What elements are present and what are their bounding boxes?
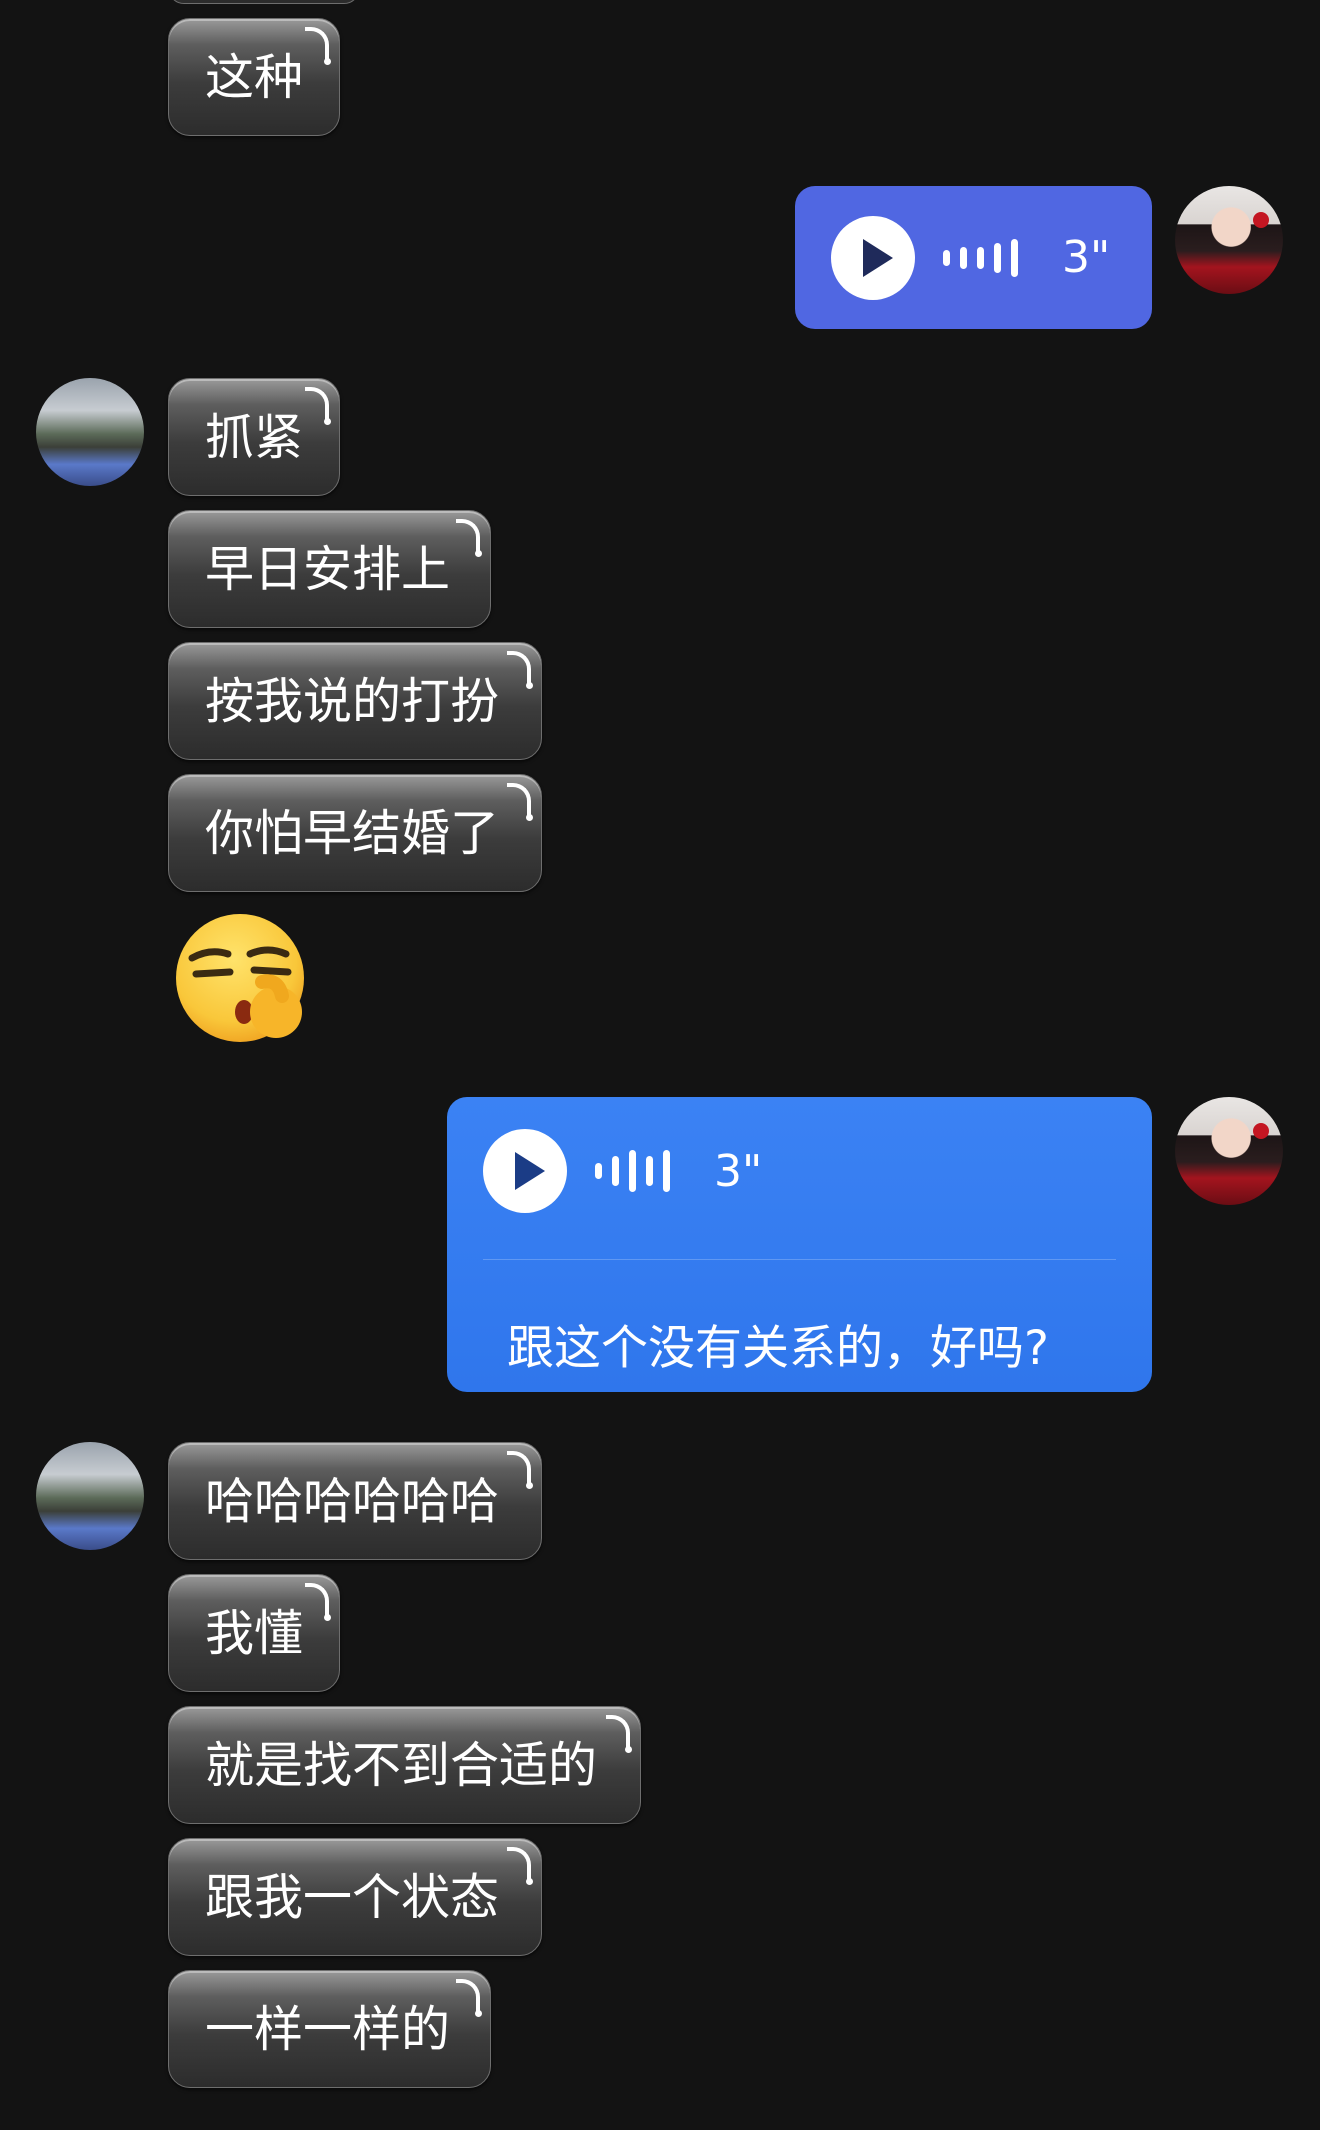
voice-waveform-icon: [595, 1150, 670, 1192]
partner-message-bubble[interactable]: 哈哈哈哈哈哈: [168, 1442, 542, 1560]
bubble-corner-icon: [507, 1451, 533, 1489]
bubble-corner-icon: [507, 651, 533, 689]
partner-message-bubble[interactable]: 一样一样的: [168, 1970, 491, 2088]
self-avatar[interactable]: [1175, 1097, 1283, 1205]
bubble-corner-icon: [507, 783, 533, 821]
message-text: 一样一样的: [205, 2000, 451, 2058]
message-text: 跟我一个状态: [205, 1868, 500, 1926]
partner-message-bubble[interactable]: 你怕早结婚了: [168, 774, 542, 892]
partner-message-bubble[interactable]: 跟我一个状态: [168, 1838, 542, 1956]
message-text: 抓紧: [205, 408, 304, 466]
voice-duration: 3": [1062, 232, 1111, 283]
divider: [483, 1259, 1116, 1260]
partner-avatar[interactable]: [36, 378, 144, 486]
play-icon[interactable]: [831, 215, 915, 300]
play-icon[interactable]: [483, 1129, 567, 1213]
voice-transcript: 跟这个没有关系的，好吗?: [507, 1321, 1049, 1376]
self-avatar[interactable]: [1175, 186, 1283, 294]
message-text: 我懂: [205, 1604, 304, 1662]
partner-message-bubble[interactable]: 抓紧: [168, 378, 340, 496]
bubble-corner-icon: [456, 1979, 482, 2017]
voice-duration: 3": [714, 1145, 763, 1197]
bubble-corner-icon: [305, 27, 331, 65]
bubble-corner-icon: [606, 1715, 632, 1753]
message-text: 早日安排上: [205, 540, 451, 598]
partner-message-bubble[interactable]: 我懂: [168, 1574, 340, 1692]
self-voice-message[interactable]: 3": [795, 186, 1152, 329]
partner-avatar[interactable]: [36, 1442, 144, 1550]
message-text: 哈哈哈哈哈哈: [205, 1472, 500, 1530]
bubble-corner-icon: [456, 519, 482, 557]
message-text: 你怕早结婚了: [205, 804, 500, 862]
bubble-corner-icon: [305, 1583, 331, 1621]
message-text: 按我说的打扮: [205, 672, 500, 730]
self-voice-message-with-transcript[interactable]: 3" 跟这个没有关系的，好吗?: [447, 1097, 1152, 1392]
message-text: 这种: [205, 48, 304, 106]
shushing-face-emoji-icon[interactable]: [170, 912, 316, 1046]
bubble-corner-icon: [305, 387, 331, 425]
partner-message-bubble[interactable]: 就是找不到合适的: [168, 1706, 641, 1824]
partner-message-bubble[interactable]: 按我说的打扮: [168, 642, 542, 760]
message-text: 就是找不到合适的: [205, 1736, 598, 1794]
partner-message-bubble[interactable]: 早日安排上: [168, 510, 491, 628]
bubble-corner-icon: [507, 1847, 533, 1885]
previous-bubble-clipped: [168, 0, 360, 4]
voice-waveform-icon: [943, 238, 1018, 277]
partner-message-bubble[interactable]: 这种: [168, 18, 340, 136]
